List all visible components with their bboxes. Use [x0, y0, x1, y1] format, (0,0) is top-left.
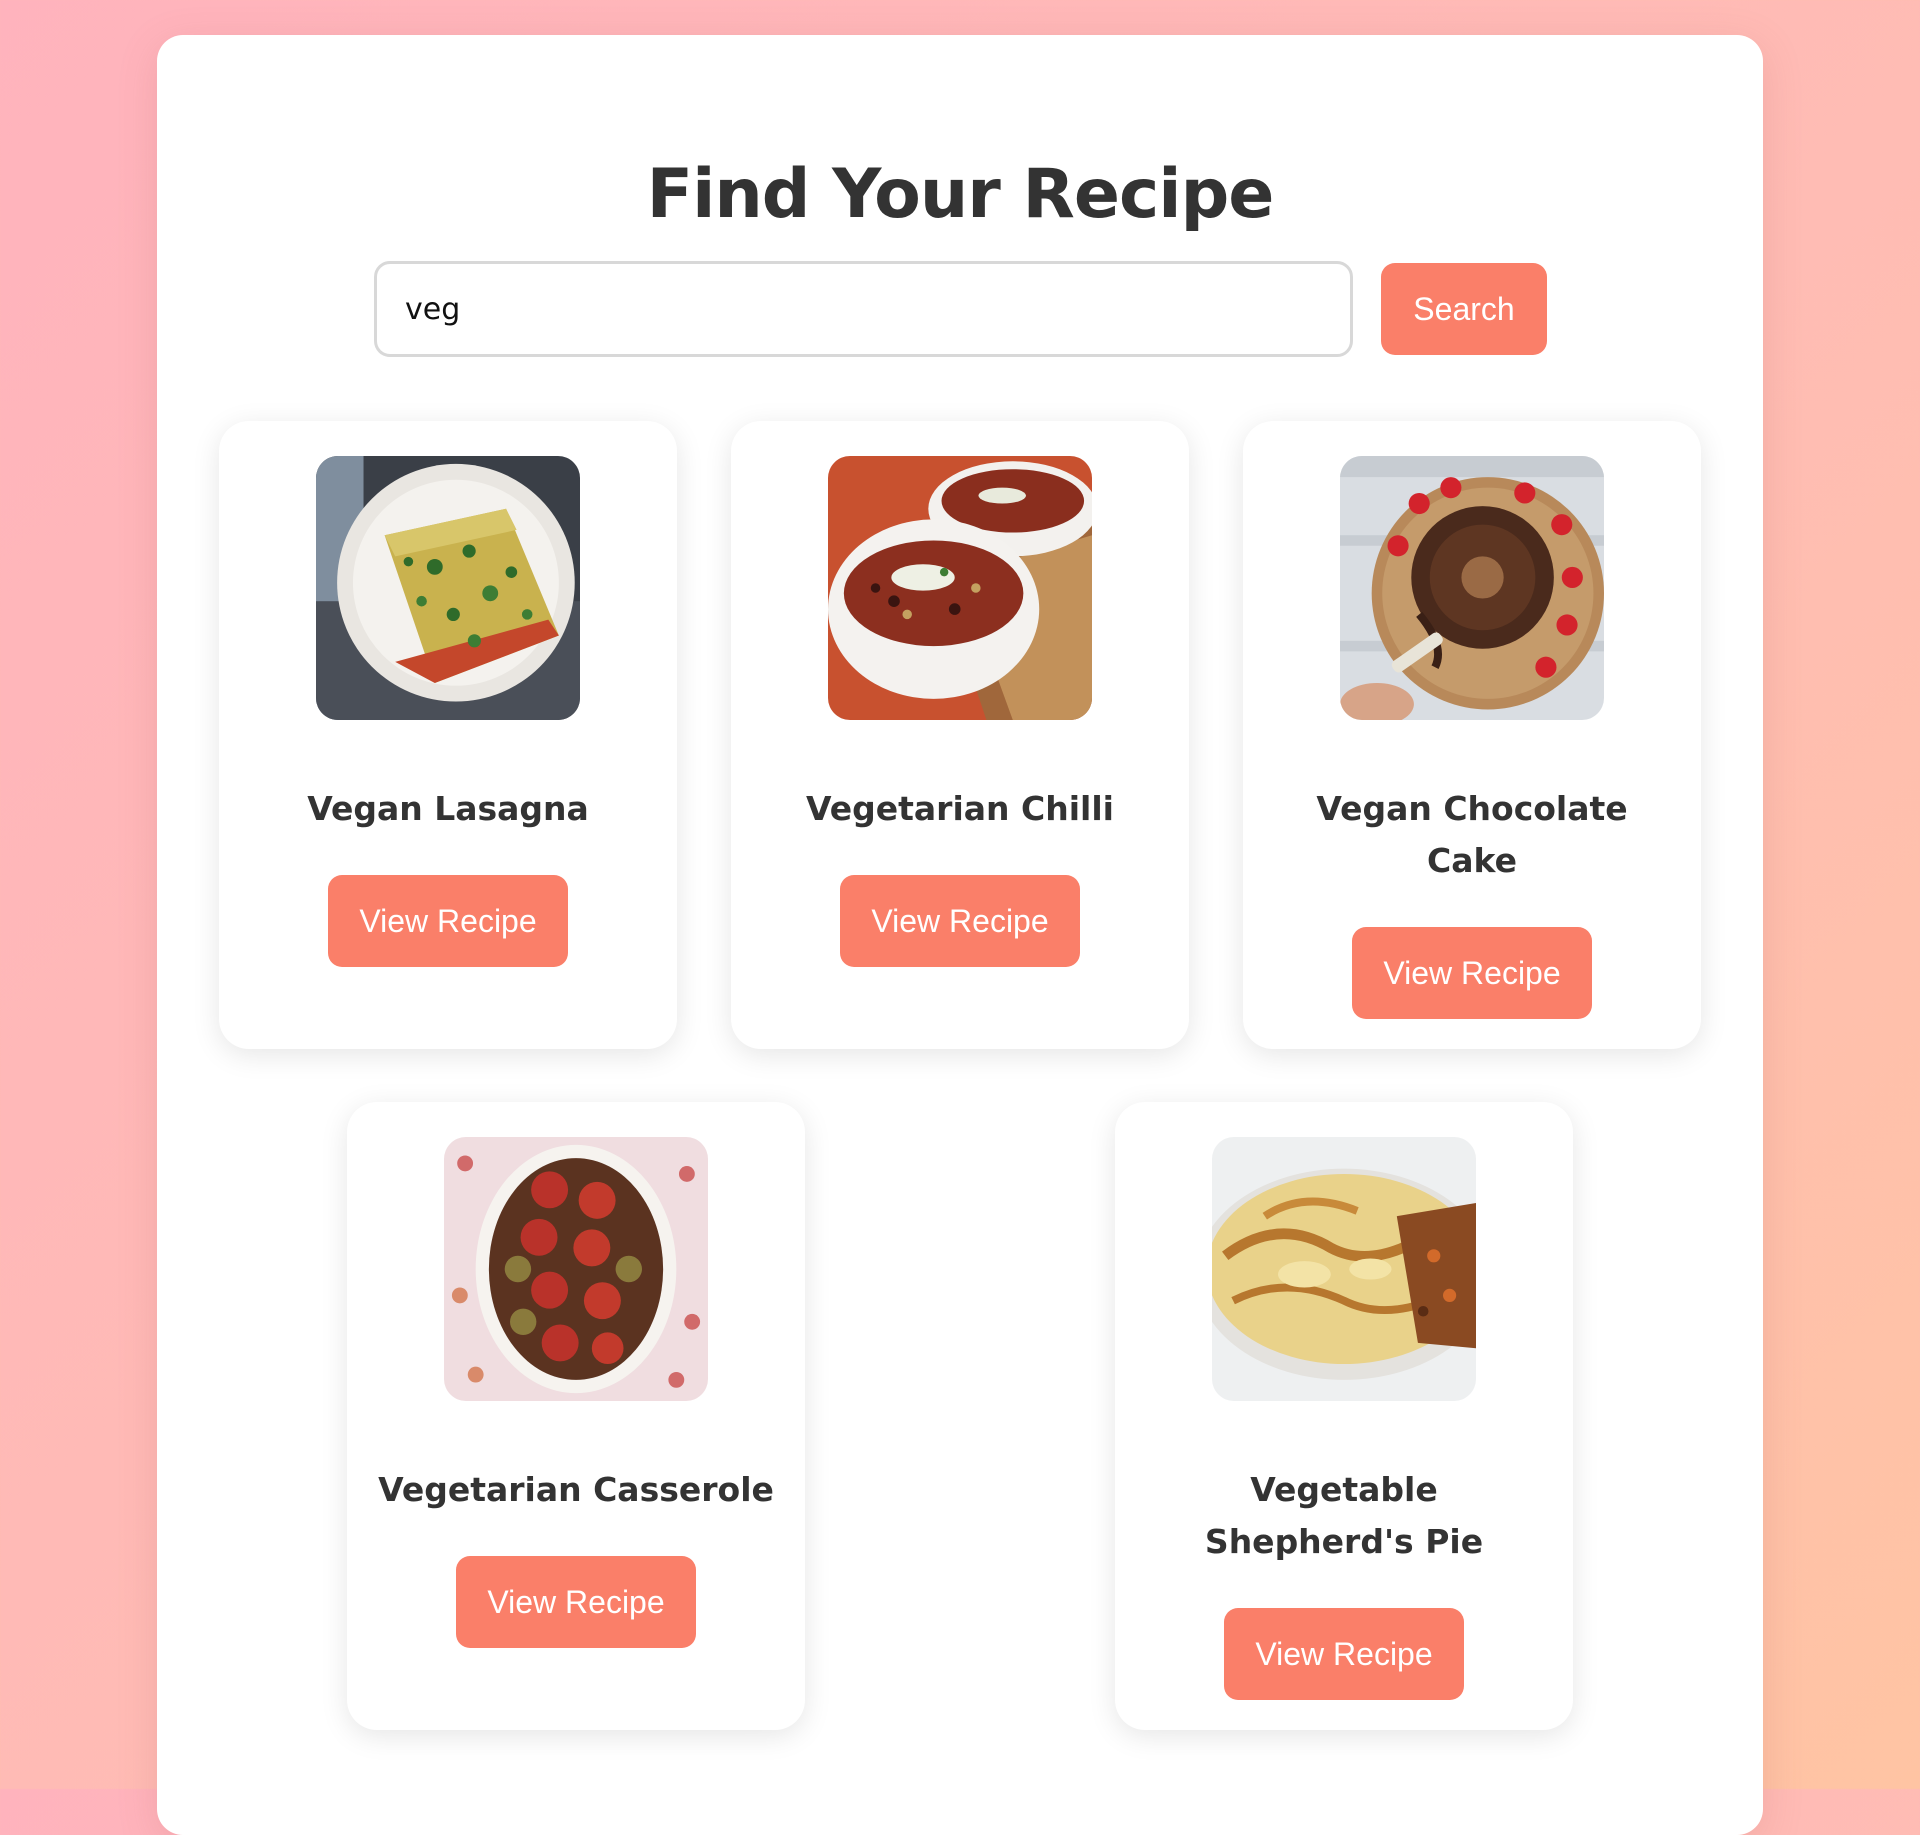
- recipe-card-vegetable-shepherds-pie: Vegetable Shepherd's Pie View Recipe: [1115, 1102, 1573, 1730]
- view-recipe-button[interactable]: View Recipe: [456, 1556, 696, 1648]
- search-button[interactable]: Search: [1381, 263, 1547, 355]
- recipe-title: Vegetable Shepherd's Pie: [1204, 1470, 1484, 1561]
- main-container: Find Your Recipe Search: [157, 35, 1763, 1835]
- recipe-title: Vegetarian Casserole: [378, 1470, 774, 1509]
- recipe-image-vegetarian-chilli: [828, 456, 1092, 720]
- recipe-image-vegetable-shepherds-pie: [1212, 1137, 1476, 1401]
- view-recipe-button[interactable]: View Recipe: [840, 875, 1080, 967]
- recipe-title: Vegan Chocolate Cake: [1316, 789, 1628, 880]
- recipe-title: Vegetarian Chilli: [806, 789, 1114, 828]
- view-recipe-button[interactable]: View Recipe: [1224, 1608, 1464, 1700]
- page-title: Find Your Recipe: [646, 155, 1275, 234]
- recipe-card-vegan-lasagna: Vegan Lasagna View Recipe: [219, 421, 677, 1049]
- recipe-image-vegan-chocolate-cake: [1340, 456, 1604, 720]
- recipe-title: Vegan Lasagna: [307, 789, 589, 828]
- recipe-card-vegan-chocolate-cake: Vegan Chocolate Cake View Recipe: [1243, 421, 1701, 1049]
- view-recipe-button[interactable]: View Recipe: [1352, 927, 1592, 1019]
- recipe-card-vegetarian-chilli: Vegetarian Chilli View Recipe: [731, 421, 1189, 1049]
- recipe-image-vegetarian-casserole: [444, 1137, 708, 1401]
- view-recipe-button[interactable]: View Recipe: [328, 875, 568, 967]
- recipe-image-vegan-lasagna: [316, 456, 580, 720]
- recipe-card-vegetarian-casserole: Vegetarian Casserole View Recipe: [347, 1102, 805, 1730]
- search-input[interactable]: [374, 261, 1353, 357]
